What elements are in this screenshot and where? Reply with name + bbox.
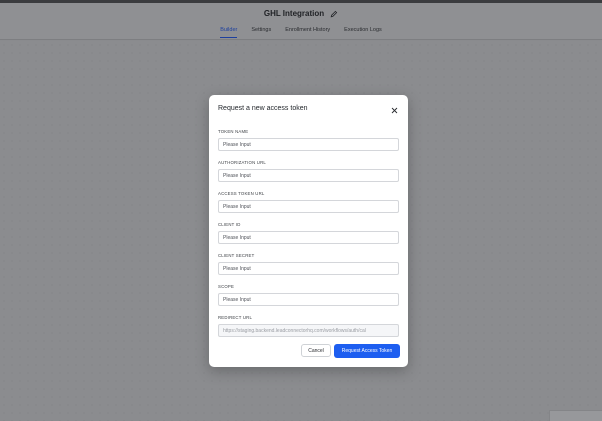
tab-builder[interactable]: Builder bbox=[220, 27, 238, 38]
authorization-url-label: AUTHORIZATION URL bbox=[218, 160, 266, 165]
access-token-url-label: ACCESS TOKEN URL bbox=[218, 191, 265, 196]
title-row: GHL Integration bbox=[0, 9, 602, 18]
workflow-tabs: Builder Settings Enrollment History Exec… bbox=[0, 27, 602, 38]
canvas-corner-panel bbox=[549, 410, 602, 421]
token-name-input[interactable] bbox=[218, 138, 399, 151]
client-id-input[interactable] bbox=[218, 231, 399, 244]
cancel-button[interactable]: Cancel bbox=[301, 344, 331, 357]
redirect-url-label: REDIRECT URL bbox=[218, 315, 253, 320]
tab-settings[interactable]: Settings bbox=[251, 27, 271, 38]
workflow-title: GHL Integration bbox=[263, 9, 325, 18]
client-id-label: CLIENT ID bbox=[218, 222, 241, 227]
scope-input[interactable] bbox=[218, 293, 399, 306]
request-access-token-button[interactable]: Request Access Token bbox=[334, 344, 400, 358]
tab-execution-logs[interactable]: Execution Logs bbox=[344, 27, 382, 38]
close-icon[interactable] bbox=[390, 106, 398, 114]
authorization-url-input[interactable] bbox=[218, 169, 399, 182]
workflow-header: GHL Integration Builder Settings Enrollm… bbox=[0, 3, 602, 40]
pencil-icon[interactable] bbox=[330, 10, 338, 18]
client-secret-input[interactable] bbox=[218, 262, 399, 275]
tab-enrollment-history[interactable]: Enrollment History bbox=[285, 27, 330, 38]
token-name-label: TOKEN NAME bbox=[218, 129, 249, 134]
access-token-modal: Request a new access token TOKEN NAME AU… bbox=[209, 95, 408, 367]
redirect-url-input[interactable] bbox=[218, 324, 399, 337]
modal-title: Request a new access token bbox=[218, 105, 308, 112]
scope-label: SCOPE bbox=[218, 284, 235, 289]
client-secret-label: CLIENT SECRET bbox=[218, 253, 255, 258]
access-token-url-input[interactable] bbox=[218, 200, 399, 213]
